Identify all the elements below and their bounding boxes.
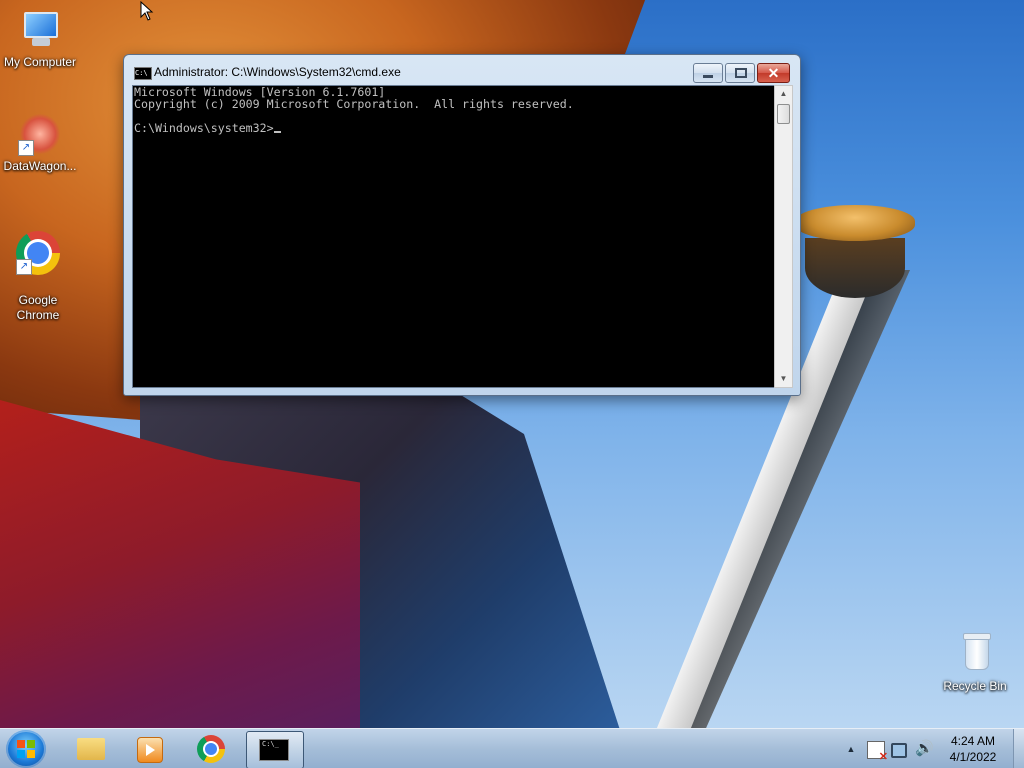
console-text: Microsoft Windows [Version 6.1.7601] Cop… bbox=[134, 86, 574, 134]
wallpaper-space-needle-top bbox=[795, 205, 915, 241]
window-titlebar[interactable]: C:\ Administrator: C:\Windows\System32\c… bbox=[124, 55, 800, 85]
show-hidden-icons-arrow-icon[interactable]: ▲ bbox=[845, 739, 857, 759]
system-clock[interactable]: 4:24 AM 4/1/2022 bbox=[940, 733, 1006, 765]
taskbar-windows-explorer[interactable] bbox=[62, 731, 118, 767]
recycle-bin-icon bbox=[953, 632, 997, 676]
console-line: Copyright (c) 2009 Microsoft Corporation… bbox=[134, 97, 574, 111]
windows-logo-icon bbox=[17, 740, 35, 758]
desktop-icon-label: DataWagon... bbox=[3, 159, 77, 173]
media-player-icon bbox=[137, 737, 163, 763]
chrome-icon bbox=[197, 735, 225, 763]
action-center-flag-icon[interactable] bbox=[867, 741, 888, 763]
minimize-button[interactable] bbox=[693, 63, 723, 83]
start-button[interactable] bbox=[6, 730, 46, 768]
wallpaper-space-needle-ring bbox=[805, 238, 905, 298]
shortcut-arrow-icon: ↗ bbox=[18, 140, 34, 156]
computer-icon bbox=[18, 8, 62, 52]
cmd-window[interactable]: C:\ Administrator: C:\Windows\System32\c… bbox=[123, 54, 801, 396]
network-icon[interactable] bbox=[891, 743, 907, 758]
desktop-icon-recycle-bin[interactable]: Recycle Bin bbox=[935, 632, 1015, 694]
maximize-icon bbox=[735, 68, 747, 78]
desktop-icon-google-chrome[interactable]: ↗ Google Chrome bbox=[0, 216, 78, 338]
minimize-icon bbox=[703, 75, 713, 78]
scroll-down-arrow-icon[interactable]: ▼ bbox=[775, 371, 792, 387]
datawagon-icon: ↗ bbox=[18, 112, 62, 156]
text-cursor bbox=[273, 131, 281, 133]
console-output-area[interactable]: Microsoft Windows [Version 6.1.7601] Cop… bbox=[132, 85, 775, 388]
show-desktop-button[interactable] bbox=[1013, 729, 1024, 768]
volume-icon[interactable]: 🔊 bbox=[915, 741, 934, 757]
scroll-up-arrow-icon[interactable]: ▲ bbox=[775, 86, 792, 102]
cmd-app-icon[interactable]: C:\ bbox=[134, 67, 152, 80]
maximize-button[interactable] bbox=[725, 63, 755, 83]
clock-date: 4/1/2022 bbox=[949, 750, 997, 764]
folder-icon bbox=[77, 738, 105, 760]
taskbar-command-prompt[interactable]: C:\_ bbox=[246, 731, 304, 768]
vertical-scrollbar[interactable]: ▲ ▼ bbox=[774, 85, 793, 388]
mouse-cursor-icon bbox=[140, 0, 154, 26]
desktop-icon-datawagon[interactable]: ↗ DataWagon... bbox=[0, 112, 80, 174]
taskbar: C:\_ ▲ 🔊 4:24 AM 4/1/2022 bbox=[0, 728, 1024, 768]
close-icon: ✕ bbox=[767, 65, 780, 81]
desktop-icon-label: My Computer bbox=[3, 55, 77, 69]
scrollbar-thumb[interactable] bbox=[777, 104, 790, 124]
desktop-icon-label: Google Chrome bbox=[16, 293, 60, 322]
desktop-icon-label: Recycle Bin bbox=[943, 679, 1007, 693]
chrome-icon: ↗ bbox=[16, 231, 60, 275]
close-button[interactable]: ✕ bbox=[757, 63, 790, 83]
cmd-icon: C:\_ bbox=[259, 739, 289, 761]
taskbar-media-player[interactable] bbox=[122, 731, 178, 767]
window-title: Administrator: C:\Windows\System32\cmd.e… bbox=[154, 65, 401, 79]
console-prompt: C:\Windows\system32> bbox=[134, 121, 274, 135]
clock-time: 4:24 AM bbox=[950, 734, 996, 748]
shortcut-arrow-icon: ↗ bbox=[16, 259, 32, 275]
taskbar-google-chrome[interactable] bbox=[184, 731, 240, 767]
desktop-icon-my-computer[interactable]: My Computer bbox=[0, 8, 80, 70]
